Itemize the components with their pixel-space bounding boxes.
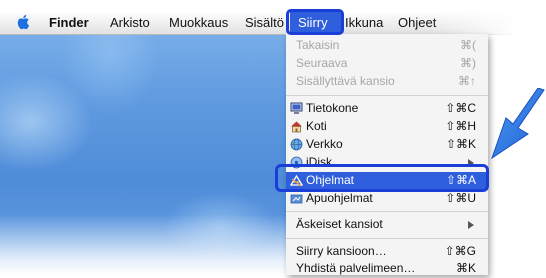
menu-item-siirry-kansioon[interactable]: Siirry kansioon… ⇧⌘G [286, 243, 488, 261]
menu-item-shortcut: ⌘↑ [458, 74, 476, 88]
menu-separator [286, 95, 488, 96]
menu-item-label: Siirry kansioon… [296, 244, 387, 258]
menu-item-shortcut: ⇧⌘G [444, 244, 476, 258]
computer-icon [290, 102, 303, 114]
menu-arkisto[interactable]: Arkisto [110, 15, 150, 31]
menu-item-apuohjelmat[interactable]: Apuohjelmat ⇧⌘U [286, 190, 488, 208]
menu-item-label: Seuraava [296, 56, 348, 70]
menu-separator [286, 238, 488, 239]
menu-item-takaisin[interactable]: Takaisin ⌘( [286, 37, 488, 55]
globe-icon [290, 138, 303, 151]
ohjelmat-callout-outline [275, 164, 489, 192]
menu-item-yhdista-palvelimeen[interactable]: Yhdistä palvelimeen… ⌘K [286, 260, 488, 278]
menu-separator [286, 211, 488, 212]
siirry-dropdown-menu: Takaisin ⌘( Seuraava ⌘) Sisällyttävä kan… [286, 34, 488, 275]
menu-ikkuna[interactable]: Ikkuna [345, 15, 383, 31]
menu-item-seuraava[interactable]: Seuraava ⌘) [286, 55, 488, 73]
menu-item-verkko[interactable]: Verkko ⇧⌘K [286, 136, 488, 154]
menu-finder[interactable]: Finder [49, 15, 89, 31]
menu-item-label: Yhdistä palvelimeen… [296, 261, 416, 275]
menu-item-label: Takaisin [296, 38, 340, 52]
menu-item-shortcut: ⌘) [460, 56, 476, 70]
menu-item-shortcut: ⇧⌘C [445, 101, 476, 115]
menu-item-shortcut: ⌘( [460, 38, 476, 52]
siirry-callout-outline [286, 9, 344, 35]
home-icon [291, 121, 302, 133]
menu-item-shortcut: ⇧⌘U [445, 191, 476, 205]
menu-item-label: Sisällyttävä kansio [296, 74, 395, 88]
menu-item-label: Koti [306, 119, 327, 133]
menu-item-label: Äskeiset kansiot [296, 217, 383, 231]
menu-item-label: Apuohjelmat [306, 191, 373, 205]
pointer-arrow-icon [491, 88, 545, 160]
menu-item-shortcut: ⇧⌘H [445, 119, 476, 133]
menu-item-shortcut: ⌘K [455, 261, 476, 275]
menu-item-koti[interactable]: Koti ⇧⌘H [286, 118, 488, 136]
menu-item-tietokone[interactable]: Tietokone ⇧⌘C [286, 100, 488, 118]
menu-item-sisallyttava-kansio[interactable]: Sisällyttävä kansio ⌘↑ [286, 73, 488, 91]
menu-item-label: Verkko [306, 137, 343, 151]
menubar-fade [430, 10, 546, 36]
utilities-icon [290, 194, 303, 204]
menu-item-askeiset-kansiot[interactable]: Äskeiset kansiot [286, 216, 488, 234]
menu-sisalto[interactable]: Sisältö [245, 15, 284, 31]
menu-muokkaus[interactable]: Muokkaus [169, 15, 228, 31]
menu-item-shortcut: ⇧⌘K [445, 137, 476, 151]
menu-item-label: Tietokone [306, 101, 359, 115]
apple-icon[interactable] [16, 14, 30, 30]
submenu-arrow-icon [468, 221, 474, 229]
